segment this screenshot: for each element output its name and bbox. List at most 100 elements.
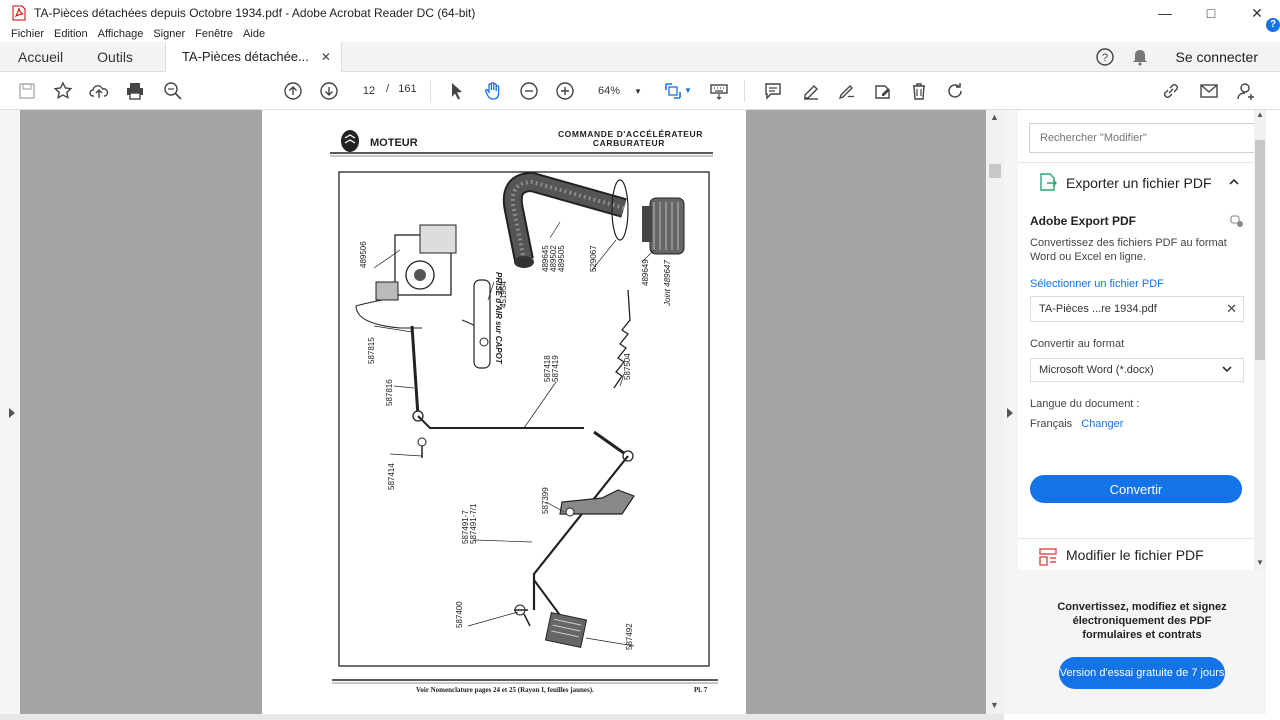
tab-document-label: TA-Pièces détachée...: [181, 49, 309, 64]
tab-home[interactable]: Accueil: [6, 42, 75, 72]
bookmark-star-icon[interactable]: [52, 80, 74, 102]
fill-sign-icon[interactable]: [872, 80, 894, 102]
delete-icon[interactable]: [908, 80, 930, 102]
part-label: 587414: [387, 463, 396, 490]
page-number-input[interactable]: [356, 80, 382, 102]
air-filter: [642, 197, 685, 255]
keyboard-icon[interactable]: [708, 80, 730, 102]
pedal-rod: [532, 455, 629, 610]
print-icon[interactable]: [124, 80, 146, 102]
promo-text: Convertissez, modifiez et signez électro…: [1057, 601, 1227, 641]
email-icon[interactable]: [1198, 80, 1220, 102]
language-value: Français: [1030, 418, 1073, 430]
chevron-down-icon: ▼: [634, 86, 642, 96]
header-right-2: CARBURATEUR: [593, 138, 665, 148]
menu-fichier[interactable]: Fichier: [11, 28, 44, 40]
hand-tool-icon[interactable]: [482, 80, 504, 102]
menu-signer[interactable]: Signer: [153, 28, 185, 40]
scroll-up-icon[interactable]: ▲: [990, 112, 999, 122]
menu-affichage[interactable]: Affichage: [98, 28, 144, 40]
document-scrollbar[interactable]: ▲ ▼: [986, 110, 1004, 714]
search-input[interactable]: [1029, 123, 1254, 153]
page-count: / 161: [386, 83, 417, 95]
part-label: 587400: [455, 601, 464, 628]
toolbar-divider: [430, 80, 431, 102]
expand-arrow-icon: [9, 408, 15, 418]
tab-document[interactable]: TA-Pièces détachée... ✕: [164, 41, 342, 72]
chevron-up-icon[interactable]: [1228, 176, 1240, 188]
panel-scrollbar-thumb[interactable]: [1255, 140, 1265, 360]
linkage-rod: [417, 415, 584, 429]
document-viewer[interactable]: MOTEUR COMMANDE D'ACCÉLÉRATEUR CARBURATE…: [20, 110, 986, 714]
plate-number: Pl. 7: [694, 686, 708, 694]
collapse-arrow-icon: [1007, 408, 1013, 418]
next-page-icon[interactable]: [318, 80, 340, 102]
zoom-select[interactable]: 64% ▼: [594, 80, 644, 102]
panel-scrollbar[interactable]: ▲ ▼: [1254, 110, 1266, 570]
scroll-down-icon[interactable]: ▼: [990, 700, 999, 710]
toolbar-divider: [744, 80, 745, 102]
tab-tools[interactable]: Outils: [85, 42, 145, 72]
close-tab-icon[interactable]: ✕: [321, 50, 331, 64]
clear-file-icon[interactable]: ✕: [1226, 301, 1237, 317]
zoom-level: 64%: [598, 85, 621, 97]
trial-promo: Convertissez, modifiez et signez électro…: [1018, 570, 1266, 714]
select-cursor-icon[interactable]: [446, 80, 468, 102]
svg-text:?: ?: [1101, 52, 1107, 64]
menu-edition[interactable]: Edition: [54, 28, 88, 40]
upload-cloud-icon[interactable]: [88, 80, 110, 102]
export-pdf-icon: [1040, 173, 1057, 191]
part-label: 587419: [551, 355, 560, 382]
chevron-down-icon: [1222, 366, 1232, 373]
scroll-up-icon[interactable]: ▲: [1256, 110, 1264, 119]
select-pdf-link[interactable]: Sélectionner un fichier PDF: [1030, 278, 1244, 290]
air-intake-hose: [502, 171, 627, 268]
zoom-out-icon[interactable]: [518, 80, 540, 102]
citroen-logo: [341, 130, 359, 152]
selected-file-name: TA-Pièces ...re 1934.pdf: [1039, 303, 1157, 315]
zoom-in-icon[interactable]: [554, 80, 576, 102]
part-label: 489506: [359, 241, 368, 268]
part-label: 489505: [557, 245, 566, 272]
notification-bell-icon[interactable]: [1132, 48, 1148, 66]
scroll-down-icon[interactable]: ▼: [1256, 558, 1264, 567]
horizontal-scrollbar[interactable]: [0, 714, 1004, 720]
fit-dropdown-icon[interactable]: ▼: [684, 86, 692, 95]
add-user-icon[interactable]: [1234, 80, 1256, 102]
change-language-link[interactable]: Changer: [1081, 418, 1123, 430]
save-icon[interactable]: [16, 80, 38, 102]
rotate-icon[interactable]: [944, 80, 966, 102]
fit-page-icon[interactable]: [662, 80, 684, 102]
left-panel-toggle[interactable]: [0, 110, 20, 720]
search-icon[interactable]: [162, 80, 184, 102]
previous-page-icon[interactable]: [282, 80, 304, 102]
right-panel-toggle[interactable]: [1004, 110, 1018, 714]
part-label: 489649: [641, 259, 650, 286]
maximize-button[interactable]: □: [1188, 0, 1234, 26]
sign-in-button[interactable]: Se connecter: [1176, 49, 1259, 65]
menu-fenetre[interactable]: Fenêtre: [195, 28, 233, 40]
title-bar: TA-Pièces détachées depuis Octobre 1934.…: [0, 0, 1280, 26]
bell-crank: [593, 430, 629, 458]
accelerator-pedal: [533, 579, 588, 649]
scrollbar-thumb[interactable]: [989, 164, 1001, 178]
part-label: 587492: [625, 623, 634, 650]
free-trial-button[interactable]: Version d'essai gratuite de 7 jours: [1059, 657, 1225, 689]
part-label: 529067: [589, 245, 598, 272]
format-select[interactable]: Microsoft Word (*.docx): [1030, 358, 1244, 382]
cloud-settings-icon[interactable]: [1230, 214, 1244, 228]
acrobat-icon: [12, 5, 26, 21]
modify-pdf-header[interactable]: Modifier le fichier PDF: [1018, 538, 1254, 572]
share-link-icon[interactable]: [1160, 80, 1182, 102]
help-icon[interactable]: ?: [1095, 47, 1114, 66]
comment-icon[interactable]: [762, 80, 784, 102]
minimize-button[interactable]: —: [1142, 0, 1188, 26]
convert-button[interactable]: Convertir: [1030, 475, 1242, 503]
menu-aide[interactable]: Aide: [243, 28, 265, 40]
page-footer: Voir Nomenclature pages 24 et 25 (Rayon …: [416, 686, 594, 694]
part-label: 587504: [623, 353, 632, 380]
sign-icon[interactable]: [836, 80, 858, 102]
highlight-pen-icon[interactable]: [800, 80, 822, 102]
part-label: 587816: [385, 379, 394, 406]
part-label: 587815: [367, 337, 376, 364]
